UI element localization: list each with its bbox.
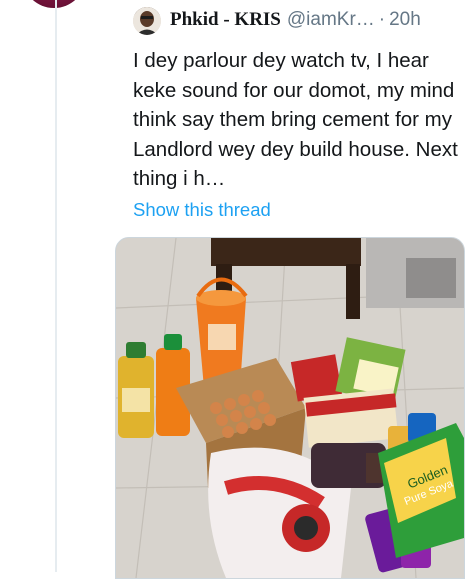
user-avatar-icon (133, 7, 161, 35)
groceries-photo: Golden Pure Soya (116, 238, 464, 578)
user-handle[interactable]: @iamKr… (287, 9, 375, 31)
show-thread-link[interactable]: Show this thread (133, 199, 271, 221)
tweet-media-image[interactable]: Golden Pure Soya (115, 237, 465, 579)
previous-tweet-avatar[interactable] (22, 0, 86, 8)
tweet-text: I dey parlour dey watch tv, I hear keke … (133, 49, 458, 190)
display-name[interactable]: Phkid - KRIS (170, 9, 281, 31)
author-avatar[interactable] (133, 7, 161, 35)
tweet-timestamp[interactable]: 20h (389, 9, 421, 31)
tweet-header: Phkid - KRIS @iamKr… · 20h (170, 9, 470, 35)
separator-dot: · (378, 9, 386, 30)
thread-connector-line (55, 0, 57, 572)
